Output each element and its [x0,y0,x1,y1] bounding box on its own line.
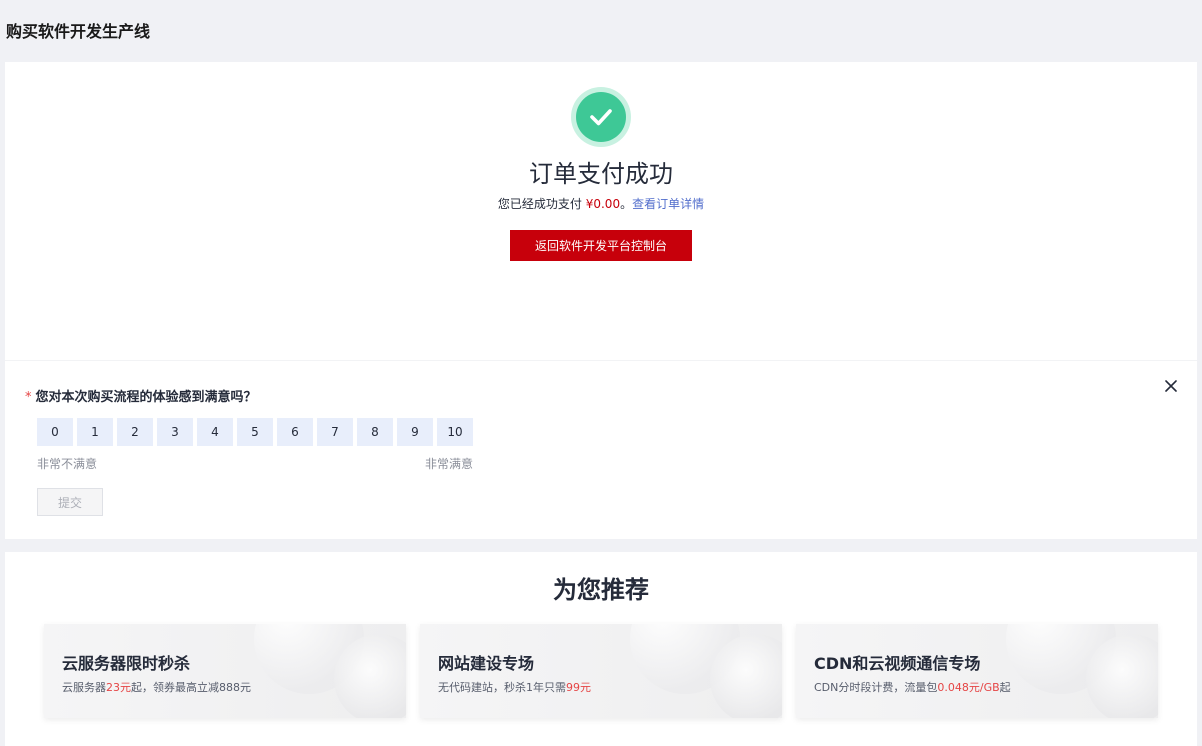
promo-desc-text: CDN分时段计费，流量包 [814,681,938,694]
success-section: 订单支付成功 您已经成功支付 ¥0.00。查看订单详情 返回软件开发平台控制台 [5,62,1197,360]
recommend-card: 为您推荐 云服务器限时秒杀 云服务器23元起，领券最高立减888元 网站建设专场… [5,552,1197,746]
score-option-10[interactable]: 10 [437,418,473,446]
survey-question: * 您对本次购买流程的体验感到满意吗？ [25,386,257,405]
promo-card-cdn[interactable]: CDN和云视频通信专场 CDN分时段计费，流量包0.048元/GB起 [796,624,1158,718]
submit-button[interactable]: 提交 [37,488,103,516]
score-option-5[interactable]: 5 [237,418,273,446]
promo-title: CDN和云视频通信专场 [814,654,981,673]
payment-summary: 您已经成功支付 ¥0.00。查看订单详情 [5,195,1197,212]
score-label-min: 非常不满意 [37,457,98,471]
promo-card-website[interactable]: 网站建设专场 无代码建站，秒杀1年只需99元 [420,624,782,718]
payment-summary-sep: 。 [620,197,633,211]
check-icon [576,92,626,142]
promo-price: 23元 [106,681,131,694]
promo-price: 99元 [566,681,591,694]
order-result-card: 订单支付成功 您已经成功支付 ¥0.00。查看订单详情 返回软件开发平台控制台 … [5,62,1197,539]
promo-card-ecs[interactable]: 云服务器限时秒杀 云服务器23元起，领券最高立减888元 [44,624,406,718]
score-option-6[interactable]: 6 [277,418,313,446]
score-option-0[interactable]: 0 [37,418,73,446]
promo-desc: 无代码建站，秒杀1年只需99元 [438,679,591,695]
payment-amount: ¥0.00 [585,197,621,211]
return-console-button[interactable]: 返回软件开发平台控制台 [510,230,692,261]
order-detail-link[interactable]: 查看订单详情 [632,197,704,211]
score-option-3[interactable]: 3 [157,418,193,446]
success-badge [571,87,631,147]
score-option-8[interactable]: 8 [357,418,393,446]
success-title: 订单支付成功 [529,160,673,188]
score-options: 0 1 2 3 4 5 6 7 8 9 10 [37,418,473,446]
promo-desc-text: 无代码建站，秒杀1年只需 [438,681,566,694]
score-label-max: 非常满意 [425,457,474,471]
score-option-1[interactable]: 1 [77,418,113,446]
score-option-2[interactable]: 2 [117,418,153,446]
divider [5,360,1197,361]
promo-desc: CDN分时段计费，流量包0.048元/GB起 [814,679,1011,695]
survey-question-text: 您对本次购买流程的体验感到满意吗？ [35,390,257,405]
promo-title: 网站建设专场 [438,654,535,673]
page-title: 购买软件开发生产线 [6,22,151,41]
promo-price: 0.048元/GB [937,681,1000,694]
close-icon[interactable] [1163,378,1179,394]
recommend-title: 为您推荐 [553,576,649,604]
score-option-7[interactable]: 7 [317,418,353,446]
promo-desc: 云服务器23元起，领券最高立减888元 [62,679,251,695]
promo-title: 云服务器限时秒杀 [62,654,191,673]
required-mark: * [25,390,32,405]
promo-desc-text: 云服务器 [62,681,106,694]
payment-summary-prefix: 您已经成功支付 [497,197,586,211]
promo-desc-text: 起，领券最高立减888元 [131,681,251,694]
score-option-4[interactable]: 4 [197,418,233,446]
promo-desc-text: 起 [999,681,1011,694]
score-option-9[interactable]: 9 [397,418,433,446]
